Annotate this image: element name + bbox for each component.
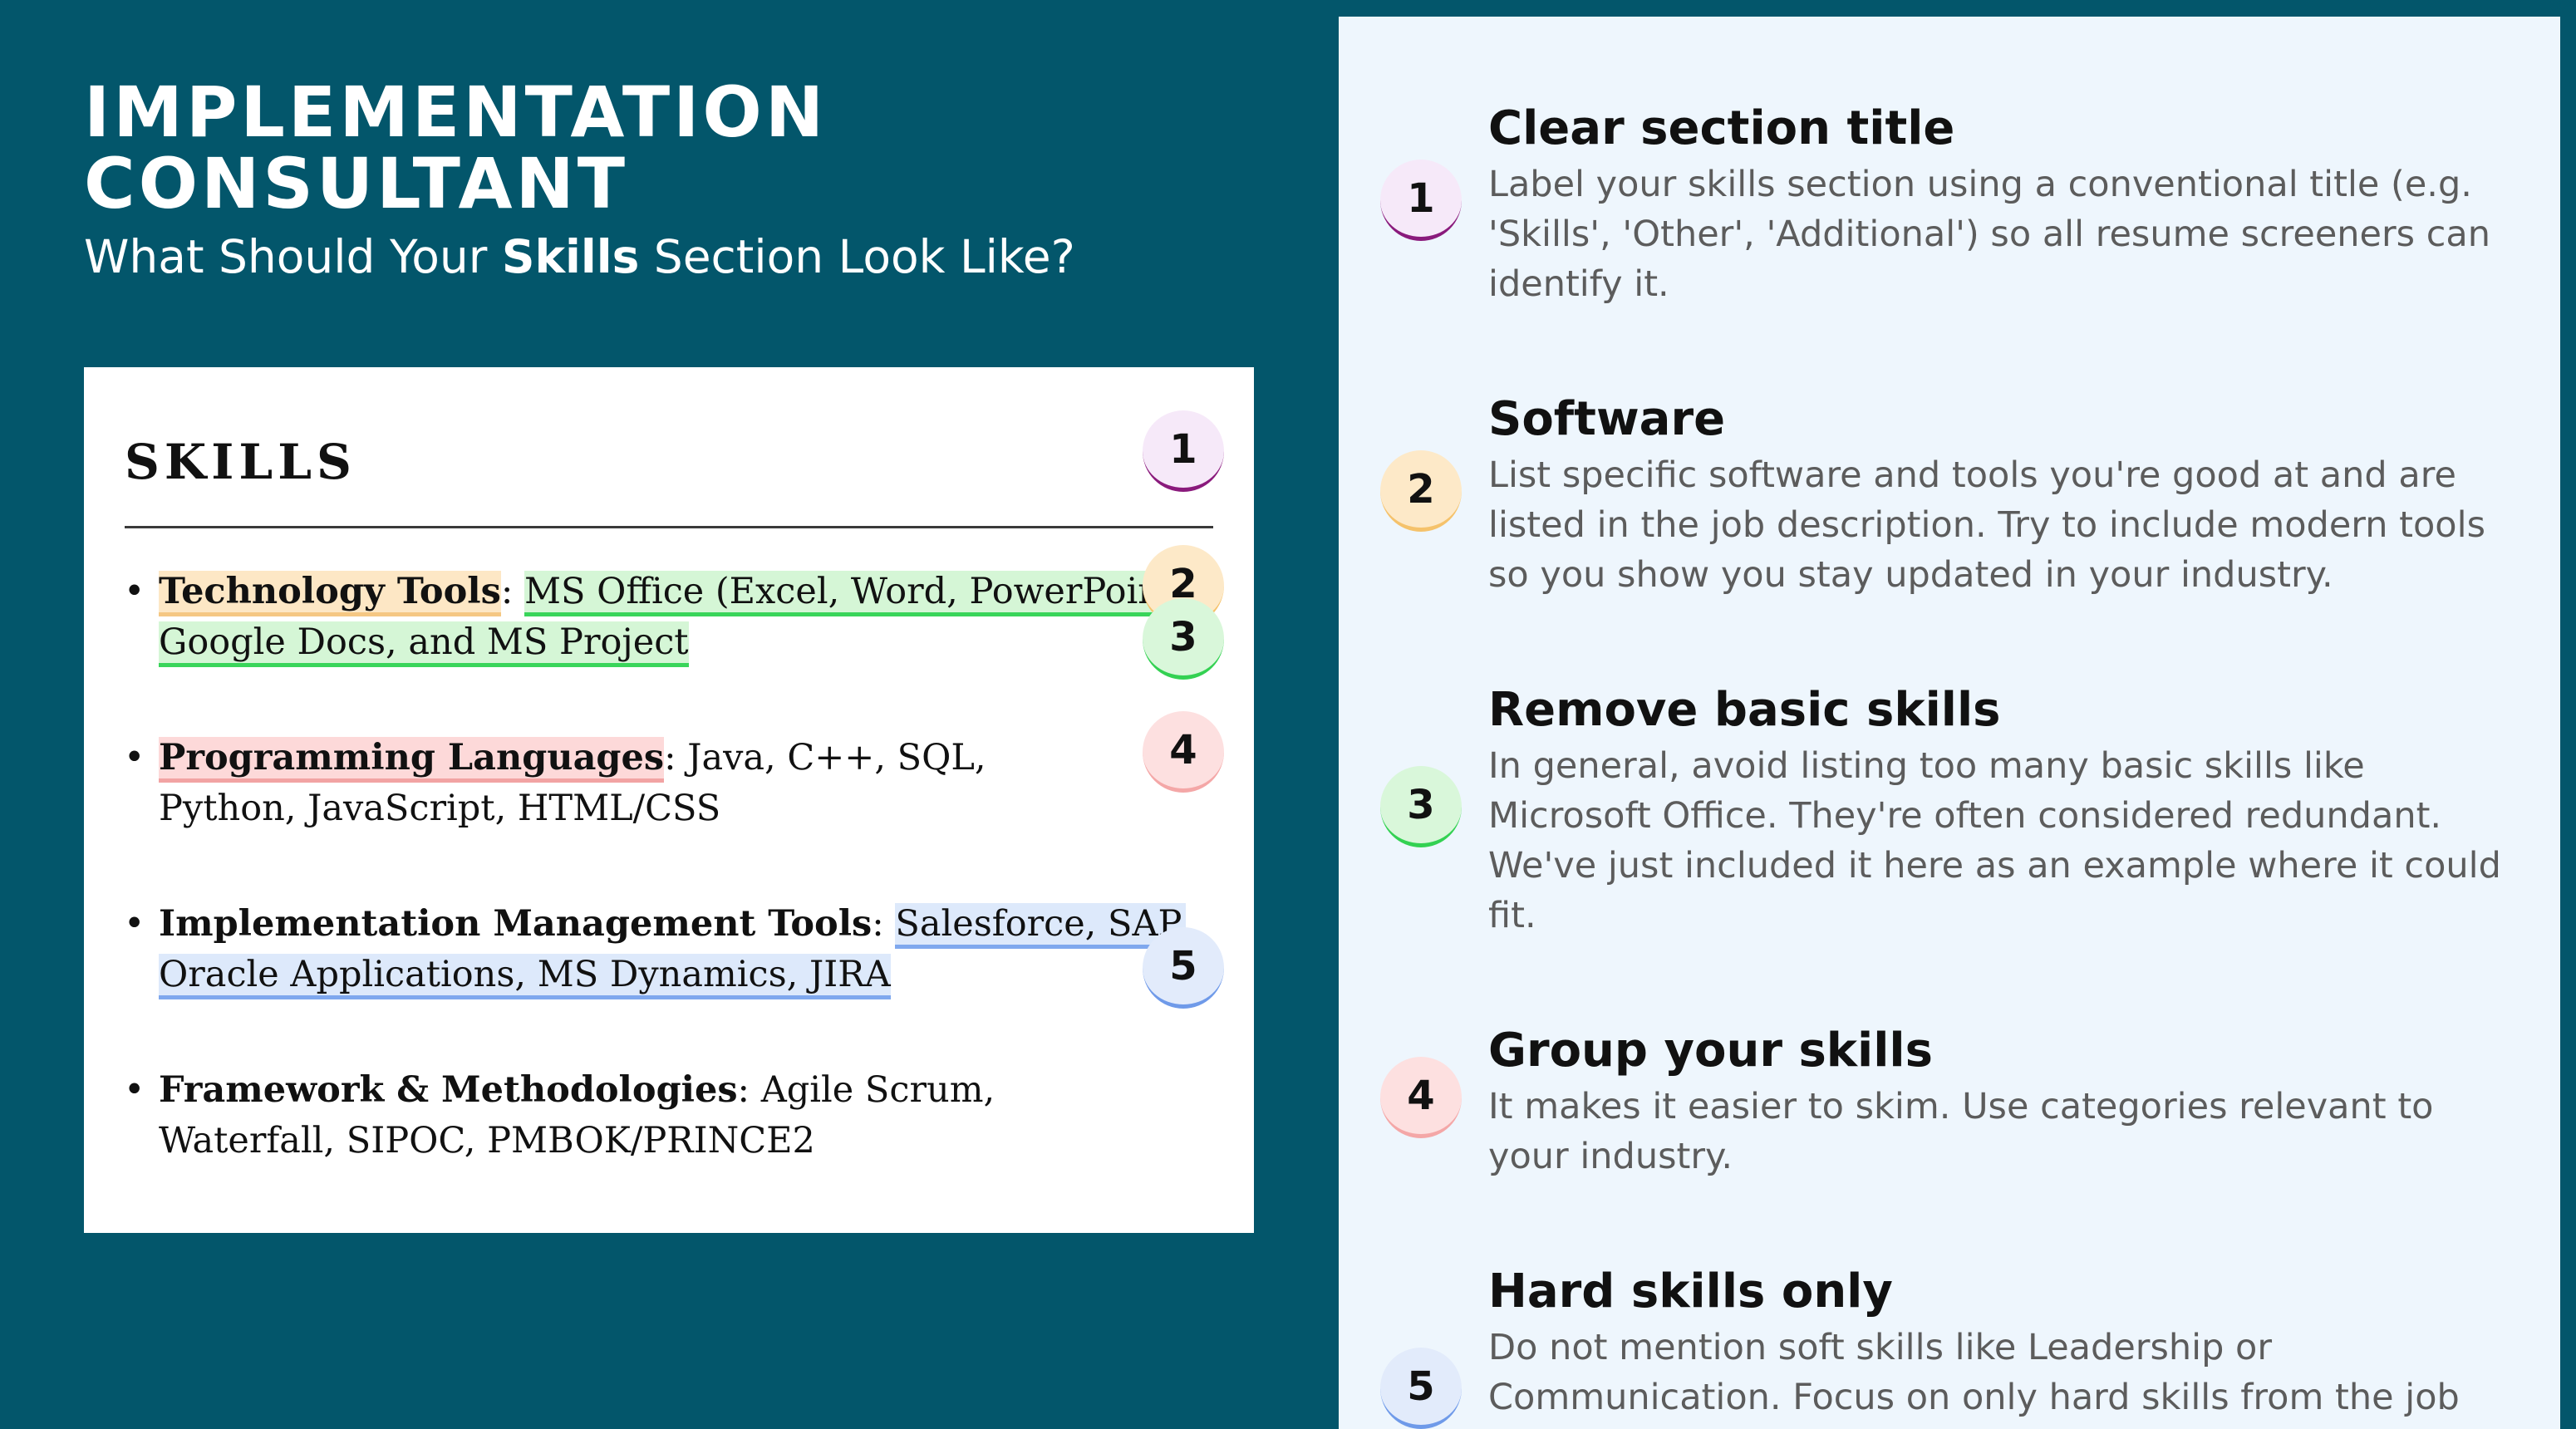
marker-1: 1 <box>1143 410 1224 492</box>
skill-values-line2: Oracle Applications, MS Dynamics, JIRA <box>159 954 891 999</box>
tip-title: Group your skills <box>1488 1024 1933 1078</box>
marker-3: 3 <box>1143 598 1224 680</box>
tip-description: In general, avoid listing too many basic… <box>1488 745 2501 936</box>
tip-software: Software List specific software and tool… <box>1488 390 2510 600</box>
skill-category-label: Technology Tools <box>159 571 501 616</box>
title-line-2: CONSULTANT <box>84 143 629 224</box>
bullet: • <box>124 737 145 778</box>
bullet: • <box>124 571 145 612</box>
title-line-1: IMPLEMENTATION <box>84 71 828 153</box>
subtitle-post: Section Look Like? <box>639 230 1075 283</box>
heading-divider <box>125 526 1213 528</box>
tip-number-3: 3 <box>1380 766 1462 847</box>
marker-5: 5 <box>1143 927 1224 1009</box>
tip-hard-skills-only: Hard skills only Do not mention soft ski… <box>1488 1263 2510 1422</box>
tip-title: Hard skills only <box>1488 1264 1893 1319</box>
separator: : <box>872 903 896 945</box>
subtitle-bold: Skills <box>501 230 640 283</box>
separator: : <box>664 737 688 778</box>
skill-item-implementation-management-tools: • Implementation Management Tools: Sales… <box>124 899 1214 1000</box>
separator: : <box>500 571 524 612</box>
skill-values-line1: MS Office (Excel, Word, PowerPoint), <box>524 571 1201 616</box>
skill-category-label: Framework & Methodologies <box>159 1069 738 1111</box>
subtitle-pre: What Should Your <box>84 230 502 283</box>
skill-category-label: Implementation Management Tools <box>159 903 873 945</box>
tip-clear-section-title: Clear section title Label your skills se… <box>1488 100 2510 309</box>
skill-item-framework-methodologies: • Framework & Methodologies: Agile Scrum… <box>124 1065 1148 1166</box>
marker-4: 4 <box>1143 711 1224 793</box>
skill-category-label: Programming Languages <box>159 737 665 783</box>
tip-remove-basic-skills: Remove basic skills In general, avoid li… <box>1488 681 2510 940</box>
tips-panel: Clear section title Label your skills se… <box>1339 17 2560 1429</box>
page-title: IMPLEMENTATION CONSULTANT <box>84 76 1075 219</box>
skill-values-line2: Google Docs, and MS Project <box>159 621 689 667</box>
page-header: IMPLEMENTATION CONSULTANT What Should Yo… <box>84 76 1075 286</box>
bullet: • <box>124 903 145 945</box>
tip-number-4: 4 <box>1380 1057 1462 1138</box>
skills-heading: SKILLS <box>125 434 356 490</box>
tip-group-your-skills: Group your skills It makes it easier to … <box>1488 1022 2510 1181</box>
tip-title: Remove basic skills <box>1488 683 2001 737</box>
tip-description: Label your skills section using a conven… <box>1488 164 2490 305</box>
tip-description: It makes it easier to skim. Use categori… <box>1488 1086 2434 1177</box>
tip-title: Clear section title <box>1488 101 1955 155</box>
tip-description: Do not mention soft skills like Leadersh… <box>1488 1327 2460 1418</box>
tip-title: Software <box>1488 392 1726 446</box>
skill-values-line1: Salesforce, SAP, <box>895 903 1187 949</box>
skill-item-technology-tools: • Technology Tools: MS Office (Excel, Wo… <box>124 567 1214 668</box>
tip-number-2: 2 <box>1380 450 1462 532</box>
tip-number-1: 1 <box>1380 160 1462 241</box>
bullet: • <box>124 1069 145 1111</box>
resume-skills-card: SKILLS 1 • Technology Tools: MS Office (… <box>84 367 1254 1233</box>
tip-number-5: 5 <box>1380 1348 1462 1429</box>
tip-description: List specific software and tools you're … <box>1488 454 2485 596</box>
separator: : <box>737 1069 761 1111</box>
skill-item-programming-languages: • Programming Languages: Java, C++, SQL,… <box>124 733 1064 834</box>
page-subtitle: What Should Your Skills Section Look Lik… <box>84 228 1075 286</box>
